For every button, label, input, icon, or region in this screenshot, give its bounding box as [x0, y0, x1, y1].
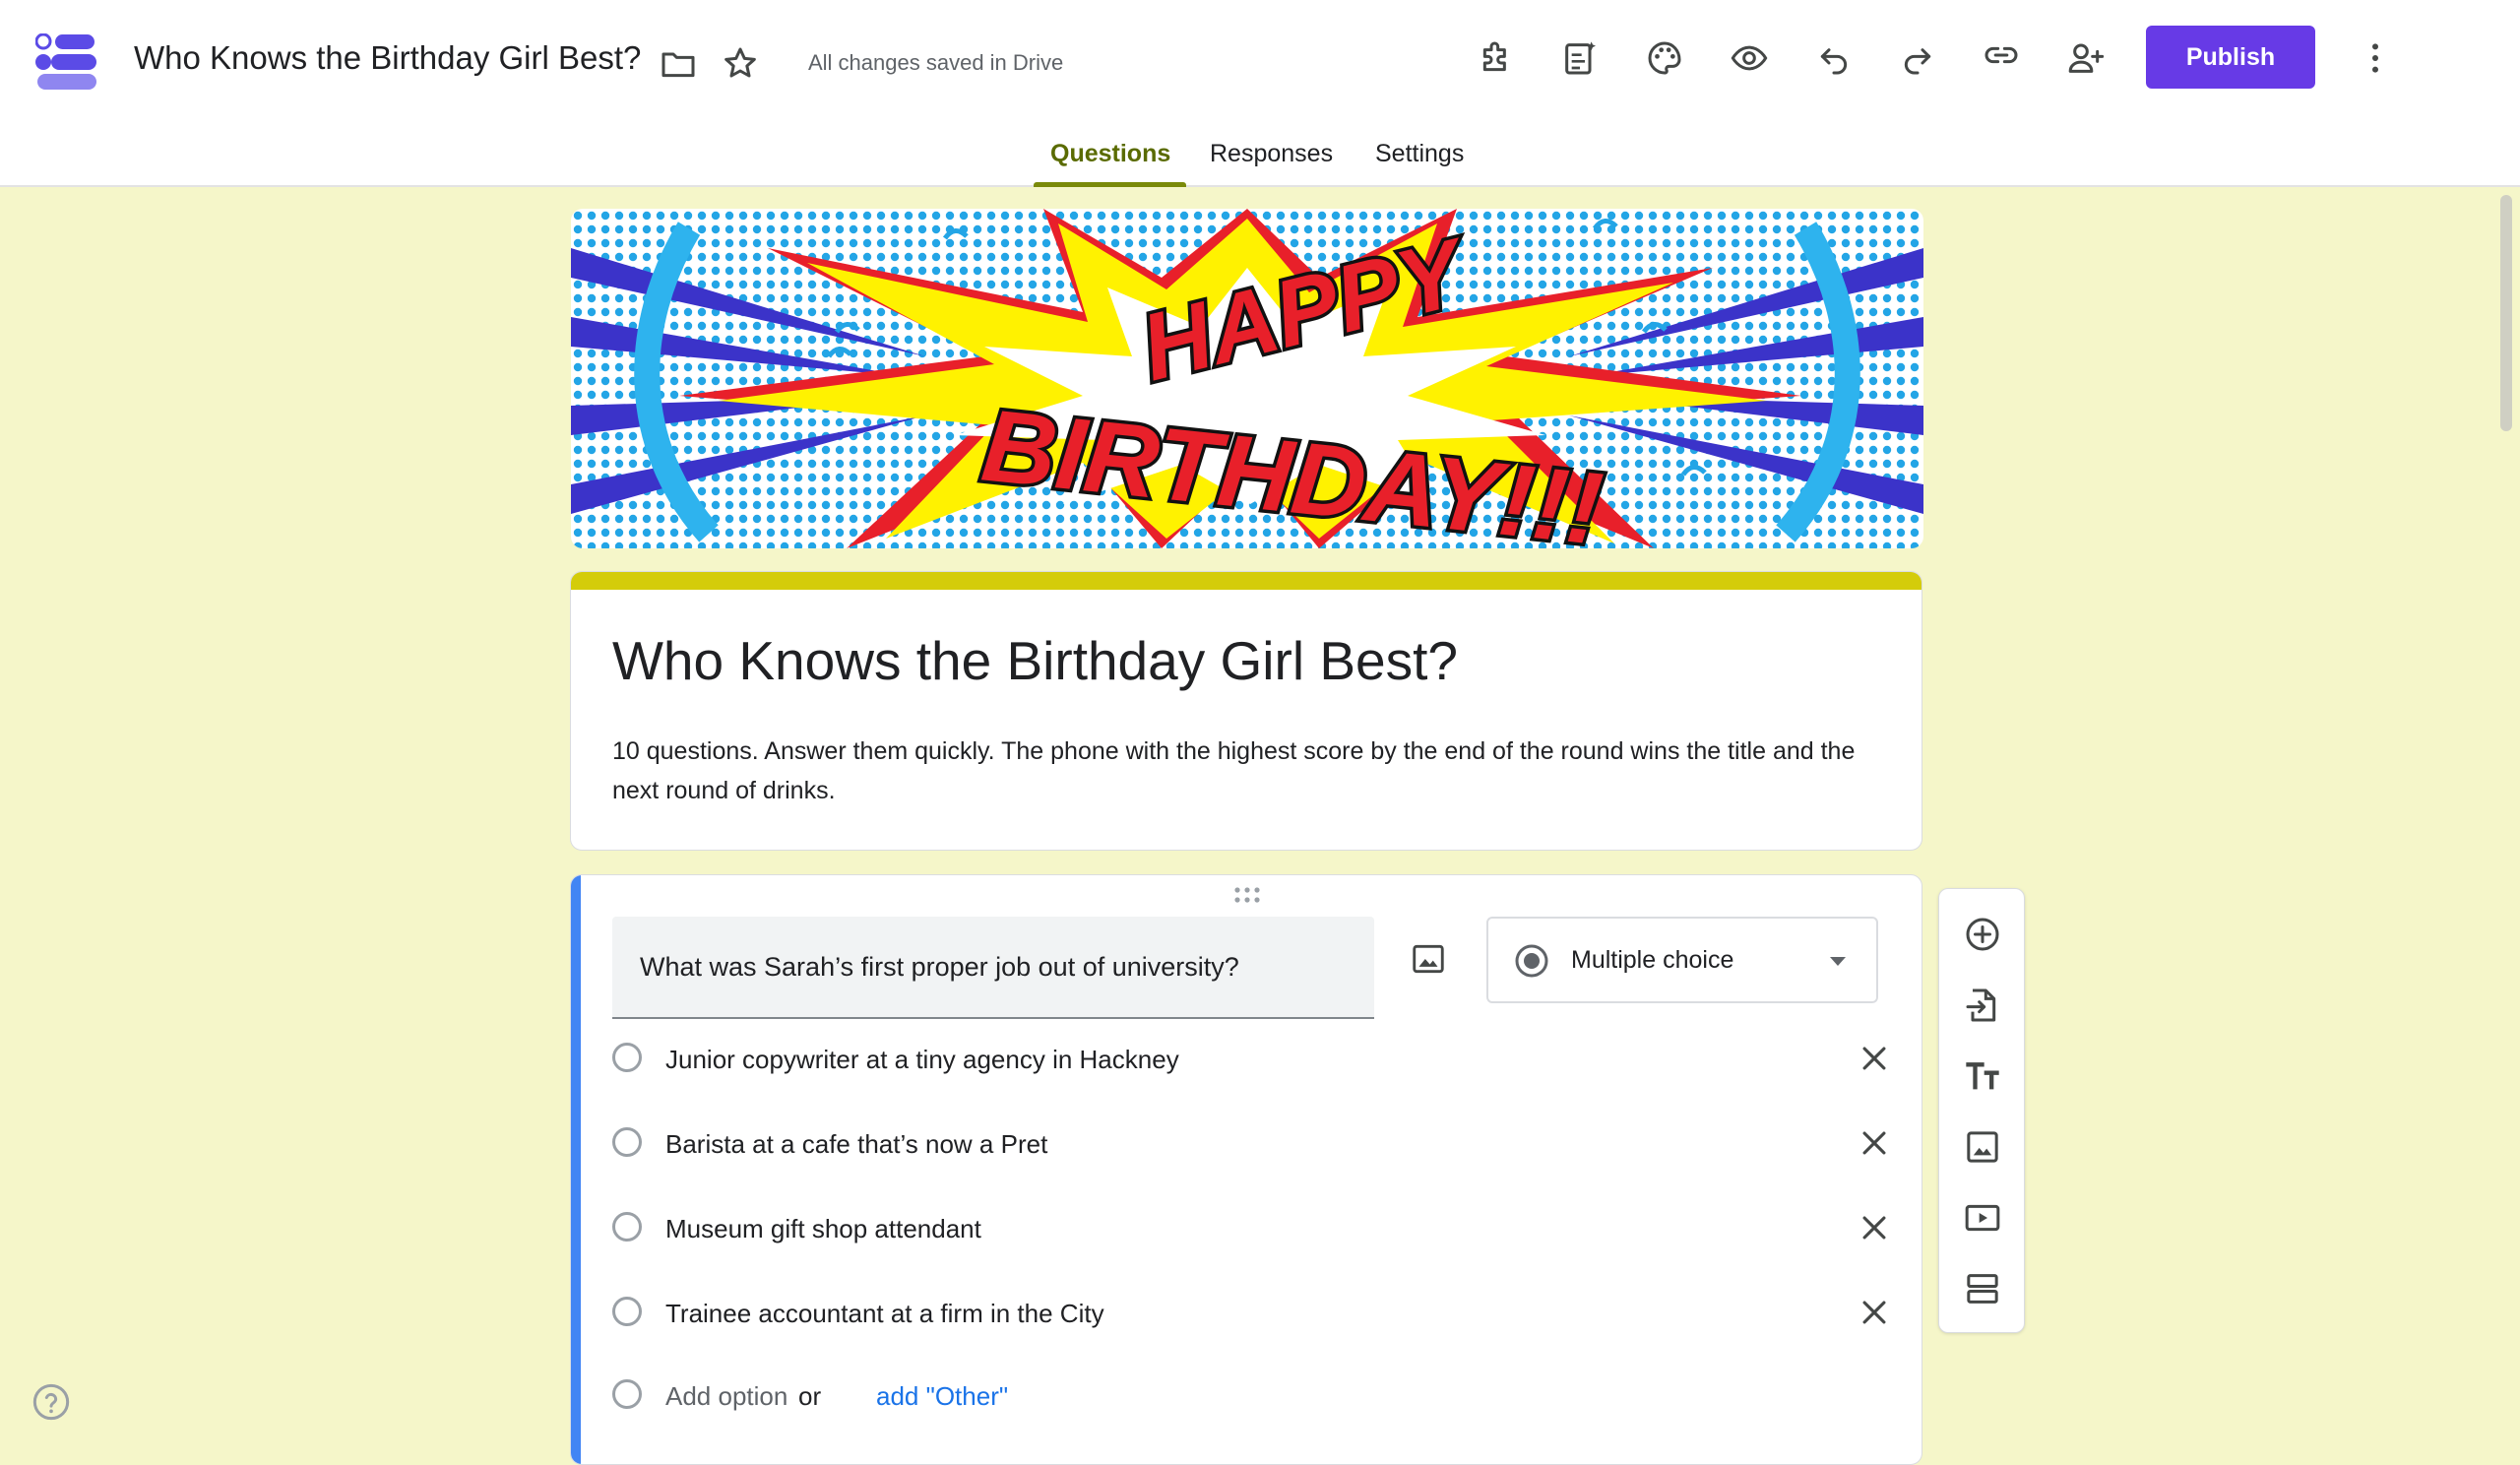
drag-handle-icon[interactable]: [1232, 885, 1262, 905]
chevron-down-icon: [1830, 957, 1846, 966]
folder-icon[interactable]: [656, 41, 701, 87]
theme-color-bar: [571, 572, 1922, 590]
option-radio-icon: [612, 1379, 642, 1409]
question-type-dropdown[interactable]: Multiple choice: [1486, 917, 1878, 1003]
add-option-row: Add option or add "Other": [612, 1368, 1853, 1427]
document-title[interactable]: Who Knows the Birthday Girl Best?: [134, 39, 641, 77]
add-video-icon[interactable]: [1959, 1194, 2006, 1242]
active-card-accent: [571, 875, 581, 1464]
close-icon[interactable]: [1855, 1208, 1894, 1247]
option-row[interactable]: Trainee accountant at a firm in the City: [612, 1285, 1886, 1344]
page-scrollbar[interactable]: [2500, 195, 2512, 431]
option-row[interactable]: Junior copywriter at a tiny agency in Ha…: [612, 1031, 1886, 1090]
publish-button[interactable]: Publish: [2146, 26, 2315, 89]
save-status: All changes saved in Drive: [808, 50, 1064, 75]
or-separator: or: [798, 1381, 822, 1411]
add-image-icon[interactable]: [1959, 1123, 2006, 1171]
add-title-icon[interactable]: [1959, 1052, 2006, 1100]
form-title[interactable]: Who Knows the Birthday Girl Best?: [612, 629, 1458, 692]
form-title-card[interactable]: Who Knows the Birthday Girl Best? 10 que…: [570, 571, 1922, 851]
tab-responses[interactable]: Responses: [1210, 140, 1333, 168]
close-icon[interactable]: [1855, 1123, 1894, 1163]
undo-icon[interactable]: [1811, 35, 1857, 81]
app-header: Who Knows the Birthday Girl Best? All ch…: [0, 0, 2520, 187]
import-questions-icon[interactable]: [1959, 982, 2006, 1029]
addons-icon[interactable]: [1474, 35, 1519, 81]
option-radio-icon: [612, 1297, 642, 1326]
add-other-link[interactable]: add "Other": [876, 1381, 1008, 1412]
tab-questions[interactable]: Questions: [1050, 140, 1170, 168]
tab-settings[interactable]: Settings: [1375, 140, 1464, 168]
add-collaborator-icon[interactable]: [2063, 35, 2109, 81]
question-type-label: Multiple choice: [1571, 946, 1734, 974]
palette-icon[interactable]: [1642, 35, 1687, 81]
option-label[interactable]: Trainee accountant at a firm in the City: [665, 1299, 1104, 1329]
option-radio-icon: [612, 1127, 642, 1157]
star-icon[interactable]: [718, 41, 763, 87]
forms-logo-icon[interactable]: [35, 33, 98, 91]
ai-form-icon[interactable]: [1557, 35, 1603, 81]
option-label[interactable]: Junior copywriter at a tiny agency in Ha…: [665, 1045, 1179, 1075]
header-banner-image: HAPPY BIRTHDAY!!!: [571, 209, 1923, 548]
option-label[interactable]: Barista at a cafe that’s now a Pret: [665, 1129, 1047, 1160]
link-icon[interactable]: [1979, 32, 2024, 78]
help-icon[interactable]: [32, 1382, 71, 1422]
question-title-input[interactable]: What was Sarah’s first proper job out of…: [612, 917, 1374, 1019]
option-radio-icon: [612, 1043, 642, 1072]
option-label[interactable]: Museum gift shop attendant: [665, 1214, 981, 1244]
option-radio-icon: [612, 1212, 642, 1242]
option-row[interactable]: Barista at a cafe that’s now a Pret: [612, 1115, 1886, 1175]
option-row[interactable]: Museum gift shop attendant: [612, 1200, 1886, 1259]
question-title-text: What was Sarah’s first proper job out of…: [640, 952, 1239, 982]
active-tab-indicator: [1034, 182, 1186, 187]
radio-button-icon: [1515, 944, 1548, 978]
image-icon[interactable]: [1406, 936, 1451, 982]
question-card[interactable]: What was Sarah’s first proper job out of…: [570, 874, 1922, 1465]
add-option-input[interactable]: Add option: [665, 1381, 788, 1412]
close-icon[interactable]: [1855, 1039, 1894, 1078]
more-vert-icon[interactable]: [2353, 35, 2398, 81]
add-question-icon[interactable]: [1959, 911, 2006, 958]
birthday-banner-art: HAPPY BIRTHDAY!!!: [571, 209, 1923, 548]
floating-toolbar: [1938, 888, 2025, 1333]
redo-icon[interactable]: [1895, 35, 1940, 81]
close-icon[interactable]: [1855, 1293, 1894, 1332]
form-description[interactable]: 10 questions. Answer them quickly. The p…: [612, 732, 1882, 810]
preview-eye-icon[interactable]: [1727, 35, 1772, 81]
add-section-icon[interactable]: [1959, 1265, 2006, 1312]
